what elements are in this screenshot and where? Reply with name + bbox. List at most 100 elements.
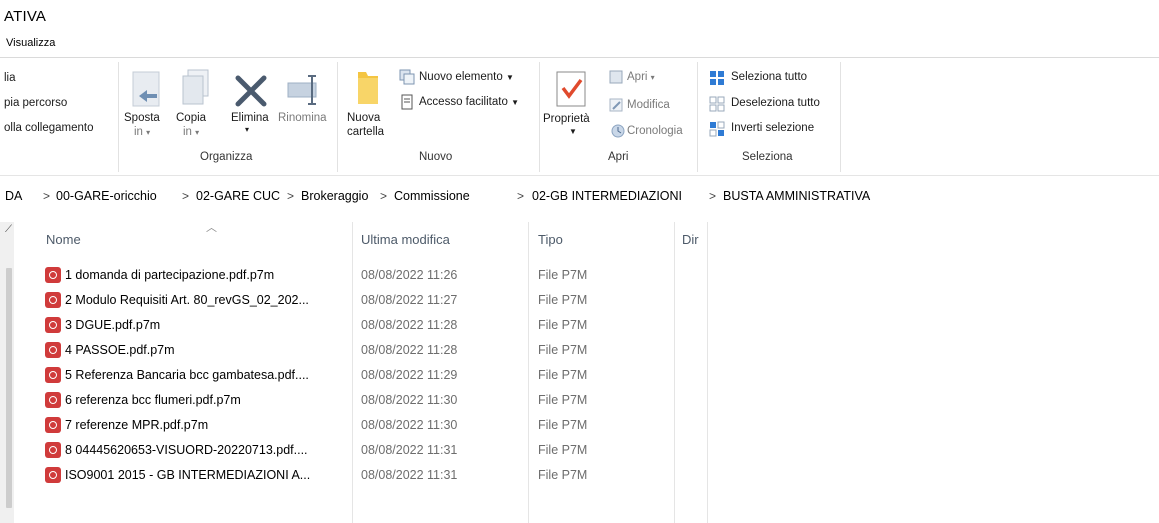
new-folder-button[interactable] bbox=[354, 68, 384, 108]
group-label-seleziona: Seleziona bbox=[742, 151, 793, 163]
properties-icon bbox=[556, 71, 586, 107]
file-name: 4 PASSOE.pdf.p7m bbox=[65, 343, 175, 357]
history-button[interactable]: Cronologia bbox=[627, 125, 683, 137]
group-label-organizza: Organizza bbox=[200, 151, 253, 163]
chevron-down-icon: ▾ bbox=[146, 128, 151, 137]
breadcrumb-separator-icon: > bbox=[43, 189, 51, 203]
p7m-file-icon bbox=[45, 392, 61, 408]
file-type: File P7M bbox=[538, 343, 588, 357]
sort-ascending-icon: ︿ bbox=[206, 222, 217, 234]
breadcrumb-separator-icon: > bbox=[287, 189, 295, 203]
delete-x-icon bbox=[235, 75, 267, 107]
history-icon bbox=[611, 124, 625, 138]
properties-button[interactable] bbox=[555, 70, 589, 110]
file-type: File P7M bbox=[538, 418, 588, 432]
move-to-sub: in ▾ bbox=[134, 126, 151, 138]
column-header-modified[interactable]: Ultima modifica bbox=[361, 232, 450, 247]
file-name: 1 domanda di partecipazione.pdf.p7m bbox=[65, 268, 275, 282]
move-to-label: Sposta bbox=[124, 112, 160, 124]
delete-button[interactable] bbox=[234, 74, 268, 108]
tab-visualizza[interactable]: Visualizza bbox=[6, 37, 55, 49]
file-name: 5 Referenza Bancaria bcc gambatesa.pdf..… bbox=[65, 368, 309, 382]
edit-icon bbox=[608, 97, 624, 113]
breadcrumb-item[interactable]: 02-GB INTERMEDIAZIONI bbox=[532, 189, 682, 203]
file-type: File P7M bbox=[538, 468, 588, 482]
collapse-chevron-icon[interactable]: ⟋ bbox=[5, 224, 12, 235]
p7m-file-icon bbox=[45, 367, 61, 383]
table-row[interactable]: ISO9001 2015 - GB INTERMEDIAZIONI A... 0… bbox=[40, 464, 587, 486]
paste-shortcut-button[interactable]: olla collegamento bbox=[4, 122, 94, 134]
breadcrumb-item[interactable]: Commissione bbox=[394, 189, 470, 203]
copy-to-label: Copia bbox=[176, 112, 207, 124]
edit-button[interactable]: Modifica bbox=[627, 99, 670, 111]
file-modified: 08/08/2022 11:27 bbox=[361, 293, 458, 307]
new-item-icon bbox=[399, 69, 415, 85]
table-row[interactable]: 2 Modulo Requisiti Art. 80_revGS_02_202.… bbox=[40, 289, 587, 311]
file-type: File P7M bbox=[538, 318, 588, 332]
breadcrumb-separator-icon: > bbox=[182, 189, 190, 203]
clipboard-item-1[interactable]: lia bbox=[4, 72, 16, 84]
file-name: 2 Modulo Requisiti Art. 80_revGS_02_202.… bbox=[65, 293, 309, 307]
file-type: File P7M bbox=[538, 268, 588, 282]
group-label-nuovo: Nuovo bbox=[419, 151, 453, 163]
window-title: ATIVA bbox=[4, 8, 47, 25]
table-row[interactable]: 1 domanda di partecipazione.pdf.p7m 08/0… bbox=[40, 264, 587, 286]
file-modified: 08/08/2022 11:28 bbox=[361, 343, 458, 357]
breadcrumb-item[interactable]: DA bbox=[5, 189, 22, 203]
column-divider[interactable] bbox=[674, 222, 675, 523]
select-all-button[interactable]: Seleziona tutto bbox=[731, 71, 807, 83]
group-label-apri: Apri bbox=[608, 151, 629, 163]
breadcrumb-item[interactable]: Brokeraggio bbox=[301, 189, 368, 203]
new-folder-label-2: cartella bbox=[347, 126, 385, 138]
p7m-file-icon bbox=[45, 317, 61, 333]
breadcrumb-item-current[interactable]: BUSTA AMMINISTRATIVA bbox=[723, 189, 870, 203]
deselect-all-button[interactable]: Deseleziona tutto bbox=[731, 97, 820, 109]
group-separator bbox=[697, 62, 698, 172]
table-row[interactable]: 3 DGUE.pdf.p7m 08/08/2022 11:28 File P7M bbox=[40, 314, 587, 336]
file-modified: 08/08/2022 11:31 bbox=[361, 443, 458, 457]
group-separator bbox=[118, 62, 119, 172]
easy-access-button[interactable]: Accesso facilitato ▼ bbox=[419, 96, 519, 108]
rename-button[interactable] bbox=[286, 72, 322, 108]
copy-path-button[interactable]: pia percorso bbox=[4, 97, 67, 109]
open-button[interactable]: Apri ▾ bbox=[627, 71, 655, 83]
column-header-name[interactable]: Nome bbox=[46, 232, 81, 247]
p7m-file-icon bbox=[45, 467, 61, 483]
table-row[interactable]: 7 referenze MPR.pdf.p7m 08/08/2022 11:30… bbox=[40, 414, 587, 436]
file-type: File P7M bbox=[538, 393, 588, 407]
new-folder-icon bbox=[358, 72, 378, 104]
table-row[interactable]: 8 04445620653-VISUORD-20220713.pdf.... 0… bbox=[40, 439, 587, 461]
p7m-file-icon bbox=[45, 292, 61, 308]
column-header-type[interactable]: Tipo bbox=[538, 232, 563, 247]
new-item-button[interactable]: Nuovo elemento ▼ bbox=[419, 71, 514, 83]
group-separator bbox=[337, 62, 338, 172]
column-header-size[interactable]: Dir bbox=[682, 232, 699, 247]
chevron-down-icon: ▾ bbox=[650, 73, 655, 82]
group-separator bbox=[539, 62, 540, 172]
breadcrumb-separator-icon: > bbox=[709, 189, 717, 203]
column-divider[interactable] bbox=[707, 222, 708, 523]
table-row[interactable]: 4 PASSOE.pdf.p7m 08/08/2022 11:28 File P… bbox=[40, 339, 587, 361]
chevron-down-icon: ▼ bbox=[511, 98, 519, 107]
breadcrumb-item[interactable]: 02-GARE CUC bbox=[196, 189, 280, 203]
file-modified: 08/08/2022 11:31 bbox=[361, 468, 458, 482]
table-row[interactable]: 5 Referenza Bancaria bcc gambatesa.pdf..… bbox=[40, 364, 587, 386]
chevron-down-icon: ▾ bbox=[245, 125, 250, 134]
table-row[interactable]: 6 referenza bcc flumeri.pdf.p7m 08/08/20… bbox=[40, 389, 587, 411]
invert-selection-icon bbox=[709, 121, 725, 137]
file-modified: 08/08/2022 11:30 bbox=[361, 418, 458, 432]
file-modified: 08/08/2022 11:29 bbox=[361, 368, 458, 382]
navigation-scrollbar[interactable] bbox=[6, 268, 12, 508]
group-separator bbox=[840, 62, 841, 172]
p7m-file-icon bbox=[45, 267, 61, 283]
file-name: 8 04445620653-VISUORD-20220713.pdf.... bbox=[65, 443, 308, 457]
file-modified: 08/08/2022 11:30 bbox=[361, 393, 458, 407]
invert-selection-button[interactable]: Inverti selezione bbox=[731, 122, 814, 134]
chevron-down-icon: ▾ bbox=[195, 128, 200, 137]
breadcrumb-item[interactable]: 00-GARE-oricchio bbox=[56, 189, 157, 203]
chevron-down-icon: ▼ bbox=[505, 73, 514, 82]
easy-access-icon bbox=[399, 94, 415, 110]
open-icon bbox=[608, 69, 624, 85]
file-name: 7 referenze MPR.pdf.p7m bbox=[65, 418, 209, 432]
column-divider[interactable] bbox=[528, 222, 529, 523]
